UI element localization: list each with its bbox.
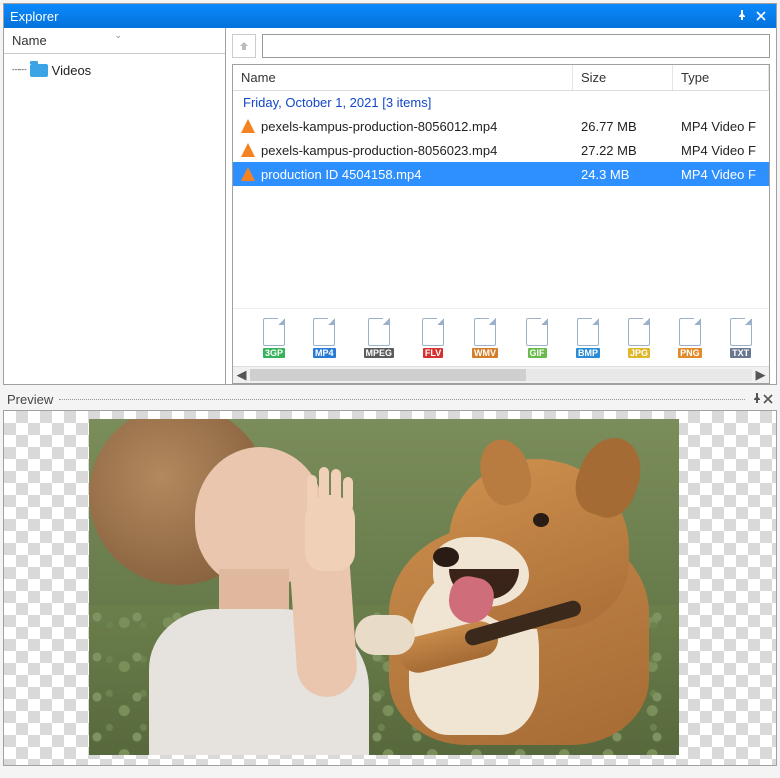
file-type-cell: MP4 Video F xyxy=(673,143,769,158)
file-name-cell: pexels-kampus-production-8056023.mp4 xyxy=(233,143,573,158)
file-rows: pexels-kampus-production-8056012.mp426.7… xyxy=(233,114,769,308)
pin-icon[interactable] xyxy=(732,9,752,24)
format-bmp[interactable]: BMP xyxy=(576,318,600,358)
file-type-icon xyxy=(474,318,496,346)
format-flv[interactable]: FLV xyxy=(422,318,444,358)
format-label: TXT xyxy=(730,348,751,358)
table-row[interactable]: production ID 4504158.mp424.3 MBMP4 Vide… xyxy=(233,162,769,186)
format-wmv[interactable]: WMV xyxy=(472,318,498,358)
table-row[interactable]: pexels-kampus-production-8056023.mp427.2… xyxy=(233,138,769,162)
tree-column-header[interactable]: Name ⌄ xyxy=(4,28,225,54)
col-type[interactable]: Type xyxy=(673,65,769,90)
scroll-thumb[interactable] xyxy=(250,369,526,381)
format-3gp[interactable]: 3GP xyxy=(263,318,285,358)
file-type-icon xyxy=(422,318,444,346)
tree-item-label: Videos xyxy=(52,63,92,78)
file-name-cell: pexels-kampus-production-8056012.mp4 xyxy=(233,119,573,134)
file-name-cell: production ID 4504158.mp4 xyxy=(233,167,573,182)
preview-titlebar: Preview xyxy=(3,388,777,410)
scroll-left-icon[interactable]: ◀ xyxy=(233,367,250,384)
file-type-icon xyxy=(577,318,599,346)
tree-body: ┄┄ Videos xyxy=(4,54,225,384)
file-size-cell: 27.22 MB xyxy=(573,143,673,158)
format-label: MP4 xyxy=(313,348,336,358)
column-headers: Name Size Type xyxy=(233,65,769,91)
tree-pane: Name ⌄ ┄┄ Videos xyxy=(4,28,226,384)
preview-panel: Preview xyxy=(3,388,777,766)
scroll-track[interactable] xyxy=(250,369,752,381)
file-list: Name Size Type Friday, October 1, 2021 [… xyxy=(232,64,770,384)
format-label: BMP xyxy=(576,348,600,358)
file-size-cell: 26.77 MB xyxy=(573,119,673,134)
horizontal-scrollbar[interactable]: ◀ ▶ xyxy=(233,366,769,383)
format-mpeg[interactable]: MPEG xyxy=(364,318,395,358)
preview-close-icon[interactable] xyxy=(763,392,773,407)
format-txt[interactable]: TXT xyxy=(730,318,752,358)
file-type-icon xyxy=(679,318,701,346)
file-type-cell: MP4 Video F xyxy=(673,167,769,182)
tree-header-label: Name xyxy=(12,33,47,48)
tree-item-videos[interactable]: ┄┄ Videos xyxy=(8,60,221,80)
format-label: 3GP xyxy=(263,348,285,358)
explorer-panel: Explorer Name ⌄ ┄┄ Videos xyxy=(3,3,777,385)
col-name[interactable]: Name xyxy=(233,65,573,90)
preview-area xyxy=(3,410,777,766)
format-label: MPEG xyxy=(364,348,395,358)
format-label: GIF xyxy=(528,348,547,358)
file-pane: Name Size Type Friday, October 1, 2021 [… xyxy=(226,28,776,384)
format-label: PNG xyxy=(678,348,702,358)
sort-indicator-icon: ⌄ xyxy=(115,30,123,41)
video-file-icon xyxy=(241,167,255,181)
file-type-icon xyxy=(263,318,285,346)
format-png[interactable]: PNG xyxy=(678,318,702,358)
nav-row xyxy=(232,34,770,58)
file-type-icon xyxy=(628,318,650,346)
preview-thumbnail xyxy=(89,419,679,755)
format-row: 3GP MP4 MPEG FLV WMV GIF BMP JPG PNG TXT xyxy=(233,308,769,366)
table-row[interactable]: pexels-kampus-production-8056012.mp426.7… xyxy=(233,114,769,138)
preview-pin-icon[interactable] xyxy=(751,392,763,407)
path-input[interactable] xyxy=(262,34,770,58)
col-size[interactable]: Size xyxy=(573,65,673,90)
format-jpg[interactable]: JPG xyxy=(628,318,650,358)
file-type-icon xyxy=(526,318,548,346)
format-label: WMV xyxy=(472,348,498,358)
format-label: FLV xyxy=(423,348,443,358)
format-gif[interactable]: GIF xyxy=(526,318,548,358)
up-button[interactable] xyxy=(232,34,256,58)
explorer-title: Explorer xyxy=(10,9,732,24)
video-file-icon xyxy=(241,119,255,133)
explorer-titlebar[interactable]: Explorer xyxy=(4,4,776,28)
video-file-icon xyxy=(241,143,255,157)
format-label: JPG xyxy=(628,348,650,358)
scroll-right-icon[interactable]: ▶ xyxy=(752,367,769,384)
file-type-cell: MP4 Video F xyxy=(673,119,769,134)
tree-connector-icon: ┄┄ xyxy=(12,62,26,78)
group-header[interactable]: Friday, October 1, 2021 [3 items] xyxy=(233,91,769,114)
file-type-icon xyxy=(730,318,752,346)
file-type-icon xyxy=(313,318,335,346)
close-icon[interactable] xyxy=(752,9,770,24)
preview-title: Preview xyxy=(7,392,53,407)
file-size-cell: 24.3 MB xyxy=(573,167,673,182)
folder-icon xyxy=(30,64,48,77)
format-mp4[interactable]: MP4 xyxy=(313,318,336,358)
file-type-icon xyxy=(368,318,390,346)
preview-title-divider xyxy=(59,399,745,400)
